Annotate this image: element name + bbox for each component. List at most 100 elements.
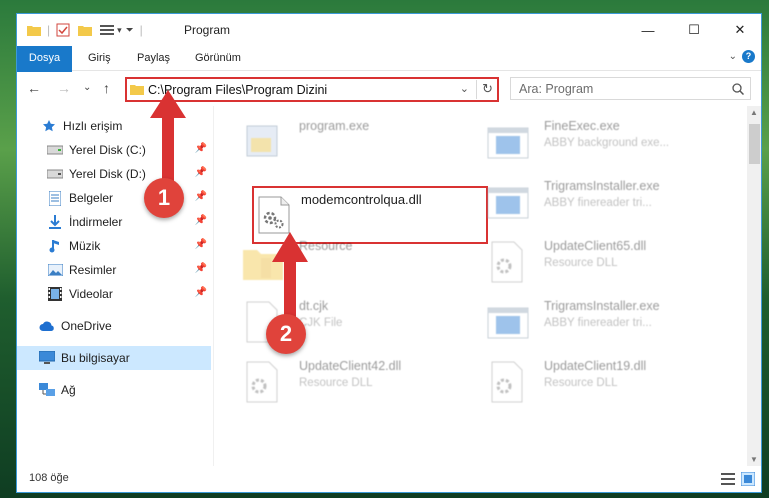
- up-arrow-icon[interactable]: ↑: [103, 80, 110, 96]
- sidebar-item-quick-access[interactable]: Hızlı erişim: [17, 114, 211, 138]
- file-description: CJK File: [299, 317, 343, 329]
- cloud-icon: [39, 318, 55, 334]
- sidebar-item-label: Resimler: [69, 263, 117, 277]
- file-item[interactable]: program.exe: [239, 114, 479, 174]
- file-item[interactable]: UpdateClient19.dll Resource DLL: [484, 354, 724, 414]
- sidebar-item-videos[interactable]: Videolar 📌: [17, 282, 211, 306]
- details-view-icon[interactable]: [721, 473, 735, 485]
- address-bar[interactable]: C:\Program Files\Program Dizini ⌄ ↻: [125, 77, 499, 102]
- title-bar: | ▾ ⏷ | Program — ☐ ✕: [17, 14, 761, 46]
- help-icon[interactable]: ?: [742, 50, 755, 63]
- sidebar-item-label: Hızlı erişim: [63, 119, 123, 133]
- pin-icon[interactable]: 📌: [195, 167, 207, 178]
- scrollbar-thumb[interactable]: [749, 124, 760, 164]
- drive-icon: [47, 166, 63, 182]
- sidebar-item-label: OneDrive: [61, 319, 112, 333]
- close-icon: ✕: [734, 22, 746, 37]
- refresh-icon[interactable]: ↻: [482, 81, 493, 97]
- dropdown-arrow-icon[interactable]: ▾: [117, 25, 122, 36]
- quick-access-menu-icon[interactable]: ⏷: [126, 25, 134, 36]
- sidebar-item-label: Yerel Disk (C:): [69, 143, 146, 157]
- search-icon[interactable]: [732, 83, 744, 95]
- tab-view[interactable]: Görünüm: [187, 46, 249, 71]
- sidebar-item-label: Müzik: [69, 239, 101, 253]
- file-name: UpdateClient42.dll: [299, 359, 402, 373]
- dll-settings-icon: [246, 361, 278, 403]
- executable-icon: [487, 127, 529, 159]
- customize-icon[interactable]: [100, 24, 115, 36]
- large-icons-view-icon[interactable]: [741, 472, 755, 486]
- sidebar-item-onedrive[interactable]: OneDrive: [17, 314, 211, 338]
- folder-icon[interactable]: [27, 24, 41, 36]
- computer-icon: [39, 350, 55, 366]
- file-item[interactable]: UpdateClient65.dll Resource DLL: [484, 234, 724, 294]
- sidebar-item-pictures[interactable]: Resimler 📌: [17, 258, 211, 282]
- pin-icon[interactable]: 📌: [195, 263, 207, 274]
- item-count: 108 öğe: [29, 472, 69, 484]
- minimize-button[interactable]: —: [625, 14, 671, 46]
- maximize-button[interactable]: ☐: [671, 14, 717, 46]
- forward-arrow-icon[interactable]: →: [57, 80, 71, 96]
- pin-icon[interactable]: 📌: [195, 215, 207, 226]
- step-badge-1: 1: [144, 178, 184, 218]
- music-icon: [47, 238, 63, 254]
- file-item[interactable]: UpdateClient42.dll Resource DLL: [239, 354, 479, 414]
- file-item[interactable]: TrigramsInstaller.exe ABBY finereader tr…: [484, 174, 724, 234]
- file-item[interactable]: FineExec.exe ABBY background exe...: [484, 114, 724, 174]
- sidebar-item-drive-c[interactable]: Yerel Disk (C:) 📌: [17, 138, 211, 162]
- minimize-icon: —: [641, 22, 655, 38]
- file-name: UpdateClient19.dll: [544, 359, 647, 373]
- step-badge-2: 2: [266, 314, 306, 354]
- file-item[interactable]: TrigramsInstaller.exe ABBY finereader tr…: [484, 294, 724, 354]
- tab-home[interactable]: Giriş: [80, 46, 119, 71]
- drive-icon: [47, 142, 63, 158]
- address-path: C:\Program Files\Program Dizini: [148, 83, 328, 97]
- executable-icon: [487, 307, 529, 339]
- pin-icon[interactable]: 📌: [195, 287, 207, 298]
- back-arrow-icon[interactable]: ←: [27, 80, 41, 96]
- recent-locations-icon[interactable]: ⌄: [83, 82, 91, 93]
- sidebar-item-label: Bu bilgisayar: [61, 351, 130, 365]
- folder-icon: [243, 250, 283, 280]
- file-name: TrigramsInstaller.exe: [544, 299, 660, 313]
- ribbon-tabs: Dosya Giriş Paylaş Görünüm ⌄ ?: [17, 46, 761, 106]
- search-placeholder: Ara: Program: [519, 82, 594, 96]
- file-description: Resource DLL: [544, 257, 618, 269]
- pin-icon[interactable]: 📌: [195, 143, 207, 154]
- address-dropdown-icon[interactable]: ⌄: [460, 82, 469, 95]
- scroll-down-icon[interactable]: ▼: [750, 455, 758, 464]
- properties-icon[interactable]: [56, 23, 70, 37]
- file-name: TrigramsInstaller.exe: [544, 179, 660, 193]
- file-description: Resource DLL: [544, 377, 618, 389]
- navigation-bar: ← → ⌄ ↑ C:\Program Files\Program Dizini …: [17, 72, 761, 106]
- status-bar: 108 öğe: [17, 466, 761, 492]
- pin-icon[interactable]: 📌: [195, 239, 207, 250]
- pin-icon[interactable]: 📌: [195, 191, 207, 202]
- sidebar-item-downloads[interactable]: İndirmeler 📌: [17, 210, 211, 234]
- sidebar-item-network[interactable]: Ağ: [17, 378, 211, 402]
- sidebar-item-music[interactable]: Müzik 📌: [17, 234, 211, 258]
- vertical-scrollbar[interactable]: ▲ ▼: [747, 106, 761, 466]
- sidebar-item-this-pc[interactable]: Bu bilgisayar: [17, 346, 211, 370]
- new-folder-icon[interactable]: [78, 24, 93, 36]
- search-input[interactable]: Ara: Program: [510, 77, 751, 100]
- sidebar-item-label: Belgeler: [69, 191, 114, 205]
- folder-icon: [130, 85, 144, 95]
- close-button[interactable]: ✕: [717, 14, 761, 46]
- file-name: FineExec.exe: [544, 119, 620, 133]
- documents-icon: [47, 190, 63, 206]
- quick-access-toolbar: | ▾ ⏷ |: [27, 14, 143, 46]
- expand-ribbon-icon[interactable]: ⌄: [729, 51, 737, 62]
- network-icon: [39, 382, 55, 398]
- file-name: UpdateClient65.dll: [544, 239, 647, 253]
- file-name: modemcontrolqua.dll: [301, 192, 422, 207]
- file-item[interactable]: Resource: [239, 234, 479, 294]
- file-description: ABBY finereader tri...: [544, 317, 652, 329]
- separator: |: [139, 23, 143, 37]
- scroll-up-icon[interactable]: ▲: [750, 108, 758, 117]
- sidebar-item-drive-d[interactable]: Yerel Disk (D:) 📌: [17, 162, 211, 186]
- file-name: program.exe: [299, 119, 370, 133]
- sidebar-item-label: Yerel Disk (D:): [69, 167, 146, 181]
- tab-share[interactable]: Paylaş: [129, 46, 178, 71]
- sidebar-item-label: Videolar: [69, 287, 113, 301]
